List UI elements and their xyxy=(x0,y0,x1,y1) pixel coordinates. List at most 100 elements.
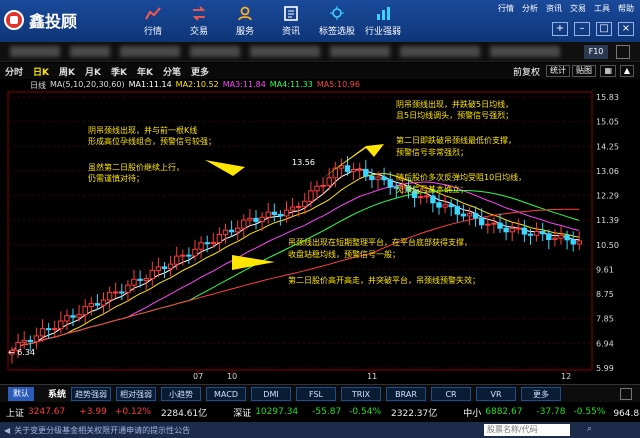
candle-body xyxy=(167,263,174,270)
menu-fenxi[interactable]: 分析 xyxy=(522,3,538,14)
candle-body xyxy=(332,167,339,179)
index-amount: 2322.37亿 xyxy=(391,408,438,419)
candle-body xyxy=(521,227,528,235)
candle-body xyxy=(558,234,564,239)
search-icon[interactable]: ⌕ xyxy=(587,424,592,434)
period-yuek[interactable]: 月K xyxy=(80,65,106,78)
menu-bangzhu[interactable]: 帮助 xyxy=(618,3,634,14)
menu-zixun[interactable]: 资讯 xyxy=(546,3,562,14)
candle-body xyxy=(235,227,241,233)
period-rik[interactable]: 日K xyxy=(28,65,54,78)
candle-body xyxy=(52,328,58,331)
settings-icon[interactable] xyxy=(616,45,630,59)
index-amount: 2284.61亿 xyxy=(160,408,208,419)
logo-icon xyxy=(4,10,24,30)
f10-button[interactable]: F10 xyxy=(584,45,608,59)
candle-body xyxy=(161,266,168,270)
candlestick-chart[interactable]: 15.83 15.05 14.25 13.06 12.29 11.39 10.50 9.61 8… xyxy=(0,79,640,380)
trade-icon xyxy=(192,5,206,21)
paste-button[interactable]: 贴图 xyxy=(572,65,596,77)
maximize-icon[interactable]: □ xyxy=(596,22,612,36)
chart-tool-icon[interactable]: ▦ xyxy=(600,65,616,77)
tab-brar[interactable]: BRAR xyxy=(386,386,427,401)
candle-body xyxy=(418,195,424,199)
x-tick-label: 11 xyxy=(367,372,377,380)
candle-body xyxy=(82,305,88,316)
candle-body xyxy=(363,168,369,177)
index-pct: -0.54% xyxy=(349,407,382,417)
stock-search-input[interactable]: 股票名称/代码 xyxy=(484,424,570,436)
candle-body xyxy=(448,204,454,208)
candle-body xyxy=(430,195,436,204)
candle-body xyxy=(137,278,143,281)
tab-xiaoqushi[interactable]: 小趋势 xyxy=(161,386,202,401)
tab-fsl[interactable]: FSL xyxy=(296,386,337,401)
candle-body xyxy=(155,266,162,271)
default-button[interactable]: 默认 xyxy=(8,386,34,401)
candle-body xyxy=(27,339,34,343)
menu-gongju[interactable]: 工具 xyxy=(594,3,610,14)
close-icon[interactable]: × xyxy=(618,22,634,36)
tab-more[interactable]: 更多 xyxy=(521,386,562,401)
news-icon xyxy=(284,5,298,21)
period-niank[interactable]: 年K xyxy=(132,65,158,78)
collapse-icon[interactable] xyxy=(620,388,632,400)
period-jik[interactable]: 季K xyxy=(106,65,132,78)
annotation-5a: 随后股价多次反弹均受阻10日均线， xyxy=(396,172,526,182)
nav-item-zixun[interactable]: 资讯 xyxy=(268,0,314,42)
index-name[interactable]: 深证 xyxy=(233,406,251,419)
period-zhouk[interactable]: 周K xyxy=(54,65,80,78)
candle-body xyxy=(228,229,235,233)
candle-body xyxy=(540,230,546,235)
expand-icon[interactable]: ▲ xyxy=(619,65,634,77)
index-pct: -0.55% xyxy=(573,407,606,417)
tab-vr[interactable]: VR xyxy=(476,386,517,401)
blurred-field xyxy=(490,46,560,57)
nav-item-biaoqian[interactable]: 标签选股 xyxy=(314,0,360,42)
candle-body xyxy=(241,219,247,229)
tab-dmi[interactable]: DMI xyxy=(251,386,292,401)
candle-body xyxy=(350,169,357,172)
period-fenshi[interactable]: 分时 xyxy=(0,65,28,78)
candle-body xyxy=(466,213,473,217)
y-tick-label: 5.99 xyxy=(596,364,614,373)
nav-item-jiaoyi[interactable]: 交易 xyxy=(176,0,222,42)
speaker-icon: ◀ xyxy=(4,425,11,435)
nav-item-hangye[interactable]: 行业强弱 xyxy=(360,0,406,42)
candle-body xyxy=(253,217,259,222)
nav-item-fuwu[interactable]: 服务 xyxy=(222,0,268,42)
y-tick-label: 13.06 xyxy=(596,167,619,176)
blurred-field xyxy=(70,46,110,57)
annotation-2a: 虽然第二日股价继续上行， xyxy=(88,162,184,172)
y-tick-label: 9.61 xyxy=(596,265,614,274)
index-name[interactable]: 中小 xyxy=(463,406,481,419)
tab-qushi[interactable]: 趋势强弱 xyxy=(71,386,112,401)
notice-text[interactable]: 关于变更分级基金相关权限开通申请的提示性公告 xyxy=(14,425,190,436)
nav-item-hangqing[interactable]: 行情 xyxy=(130,0,176,42)
candle-body xyxy=(58,320,64,330)
y-tick-label: 15.83 xyxy=(596,93,619,102)
period-fenbi[interactable]: 分笔 xyxy=(158,65,186,78)
fuquan-select[interactable]: 前复权 xyxy=(513,65,540,78)
add-icon[interactable]: + xyxy=(552,22,568,36)
candle-body xyxy=(570,239,576,245)
candle-body xyxy=(94,303,101,306)
stats-button[interactable]: 统计 xyxy=(546,65,570,77)
tab-macd[interactable]: MACD xyxy=(206,386,247,401)
candle-body xyxy=(76,314,82,318)
index-name[interactable]: 上证 xyxy=(6,406,24,419)
index-change: -37.78 xyxy=(536,407,566,417)
tab-trix[interactable]: TRIX xyxy=(341,386,382,401)
tab-cr[interactable]: CR xyxy=(431,386,472,401)
period-more[interactable]: 更多 xyxy=(186,65,214,78)
menu-hangqing[interactable]: 行情 xyxy=(498,3,514,14)
candle-body xyxy=(277,213,284,217)
candle-body xyxy=(100,299,107,306)
tab-xiangdui[interactable]: 相对强弱 xyxy=(116,386,157,401)
y-tick-label: 15.05 xyxy=(596,118,619,127)
minimize-icon[interactable]: – xyxy=(574,22,590,36)
tag-filter-icon xyxy=(330,5,344,20)
menu-jiaoyi[interactable]: 交易 xyxy=(570,3,586,14)
ma-lines xyxy=(11,168,580,352)
arrow-1 xyxy=(205,160,245,176)
